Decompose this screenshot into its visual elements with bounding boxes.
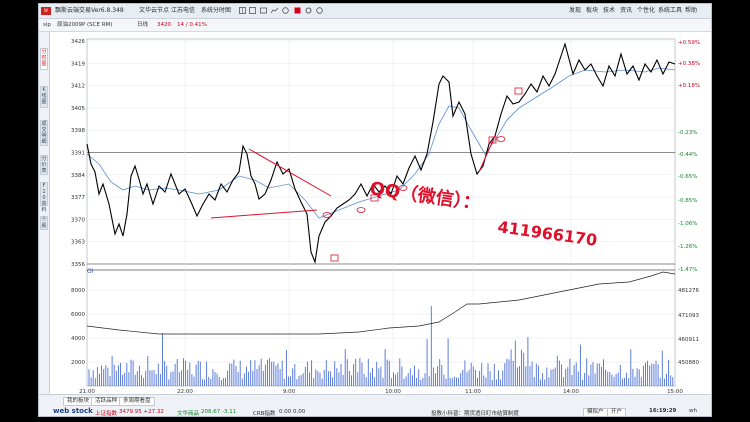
price-tick-label: 3391 (71, 151, 85, 157)
index-sh-value: 3479.95 +27.32 (119, 409, 164, 415)
tab-my-sector[interactable]: 我的板块 (63, 397, 94, 406)
pct-tick-label: +0.38% (678, 61, 700, 67)
price-tick-label: 3356 (71, 262, 85, 268)
pct-tick-label: -0.23% (678, 130, 697, 136)
pct-tick-label: +0.59% (678, 40, 700, 46)
pct-tick-label: -1.06% (678, 221, 697, 227)
tab-multi-period[interactable]: 多周期看盘 (119, 397, 155, 406)
trendline-lower (210, 209, 318, 219)
price-tick-label: 3405 (71, 106, 85, 112)
pct-tick-label: -0.85% (678, 198, 697, 204)
volume-tick-label: 6000 (71, 312, 85, 318)
tab-active-products[interactable]: 活跃品种 (91, 397, 122, 406)
marker-circle (356, 207, 366, 213)
price-tick-label: 3370 (71, 217, 85, 223)
user-name: wh (689, 408, 697, 414)
price-tick-label: 3377 (71, 195, 85, 201)
marker-box (514, 87, 523, 95)
pct-tick-label: -1.47% (678, 267, 697, 273)
pct-tick-label: +0.18% (678, 83, 700, 89)
volume-tick-label: 4000 (71, 336, 85, 342)
price-tick-label: 3384 (71, 173, 85, 179)
index-crb-value: 0.00 0.00 (279, 409, 306, 415)
index-wh-value: 208.67 -3.11 (201, 409, 237, 415)
volume-bars (88, 306, 674, 386)
watermark-line1: QQ（微信）： (369, 177, 482, 214)
status-bar: 我的板块 活跃品种 多周期看盘 web stock 上证指数 3479.95 +… (39, 394, 711, 416)
clock-time: 16:19:29 (649, 408, 677, 414)
marker-box (330, 254, 339, 262)
contact-watermark: QQ（微信）： 411966170 (369, 177, 598, 250)
index-sh-name[interactable]: 上证指数 (95, 409, 117, 416)
price-tick-label: 3363 (71, 240, 85, 246)
volume-legend-label: OI (87, 268, 94, 275)
price-tick-label: 3398 (71, 128, 85, 134)
watermark-line2: 411966170 (496, 217, 598, 250)
pct-tick-label: -0.65% (678, 174, 697, 180)
oi-tick-label: 450880 (678, 360, 699, 366)
trendline-upper (248, 148, 332, 197)
index-crb-name[interactable]: CRB指数 (253, 409, 275, 416)
marker-circle (496, 136, 506, 142)
pct-tick-label: -1.26% (678, 244, 697, 250)
open-interest-line (86, 271, 676, 335)
price-tick-label: 3412 (71, 84, 85, 90)
main-window: W 飘斯云端交易 Ver6.8.348 文华云节点 江苏电信 系统分时图 发现 … (38, 3, 712, 417)
open-account-button[interactable]: 开户 (607, 408, 627, 416)
index-wh-name[interactable]: 文华商品 (177, 409, 199, 416)
price-tick-label: 3426 (71, 39, 85, 45)
oi-tick-label: 460911 (678, 337, 699, 343)
oi-tick-label: 481276 (678, 288, 699, 294)
oi-tick-label: 471093 (678, 313, 699, 319)
price-tick-label: 3419 (71, 61, 85, 67)
pct-tick-label: -0.44% (678, 152, 697, 158)
volume-tick-label: 2000 (71, 360, 85, 366)
webstock-logo: web stock (53, 407, 93, 415)
notice-text[interactable]: 投教小科普：期货透日盯市结算制度 (431, 409, 519, 416)
volume-tick-label: 8000 (71, 288, 85, 294)
sim-account-button[interactable]: 模拟户 (583, 408, 608, 416)
